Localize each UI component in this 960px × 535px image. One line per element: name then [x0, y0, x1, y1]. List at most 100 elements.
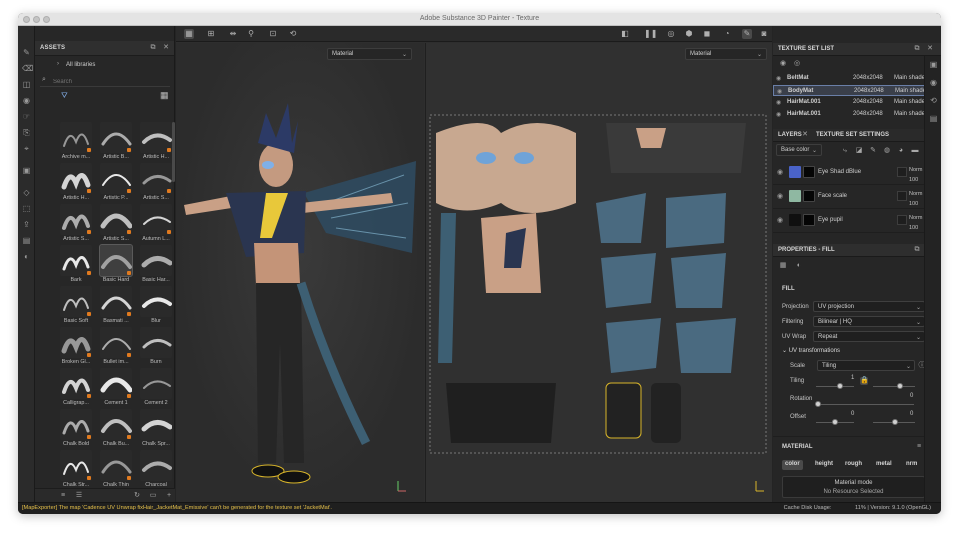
eraser-icon[interactable]: ⌫	[22, 64, 33, 73]
viewport-3d[interactable]: Material ⌄	[176, 43, 424, 502]
brush-item[interactable]: Basic Soft	[57, 286, 95, 326]
texture-set-row[interactable]: ◉ BeltMat 2048x2048 Main shader	[773, 73, 933, 84]
add-icon[interactable]: +	[165, 492, 173, 500]
detach-icon[interactable]: ⧉	[913, 246, 921, 254]
brush-item[interactable]: Artistic S...	[57, 204, 95, 244]
layer-row[interactable]: ◉ Face scale Norm 100	[773, 185, 933, 209]
search-bar[interactable]: ⌕	[40, 76, 170, 87]
display-icon[interactable]: ◐	[22, 252, 31, 261]
uvwrap-select[interactable]: Repeat ⌄	[813, 331, 925, 342]
tiling-slider-knob-2[interactable]	[897, 383, 903, 389]
tiling-slider-track[interactable]	[816, 386, 854, 387]
lock-icon[interactable]: 🔒	[860, 377, 869, 385]
layer-row[interactable]: ◉ Eye Shad dBlue Norm 100	[773, 161, 933, 185]
layer-checkbox[interactable]	[897, 215, 907, 225]
screenshot-icon[interactable]: ◙	[759, 29, 769, 39]
brush-item[interactable]: Basic Hard	[97, 244, 135, 285]
eye-icon[interactable]: ◉	[779, 60, 787, 68]
paint-brush-icon[interactable]: ✎	[22, 48, 31, 57]
brush-item[interactable]: Broken Gl...	[57, 327, 95, 367]
brush-item[interactable]: Autumn L...	[137, 204, 175, 244]
frame-icon[interactable]: ⊡	[268, 29, 278, 39]
texture-set-row[interactable]: ◉ HairMat.001 2048x2048 Main shader	[773, 109, 933, 120]
projection-icon[interactable]: ◫	[22, 80, 31, 89]
clone-icon[interactable]: ⎘	[22, 128, 31, 137]
brush-item[interactable]: Archive m...	[57, 122, 95, 162]
texture-set-row[interactable]: ◉ HairMat.001 2048x2048 Main shader	[773, 97, 933, 108]
brush-item[interactable]: Basmati ...	[97, 286, 135, 326]
eye-icon[interactable]: ◉	[776, 75, 781, 82]
brush-item[interactable]: Chalk Bu...	[97, 409, 135, 449]
channel-toggle[interactable]: color	[782, 460, 803, 470]
paint-mode-icon[interactable]: ✎	[742, 29, 752, 39]
render-icon[interactable]: ◧	[620, 29, 630, 39]
channel-dropdown[interactable]: Base color ⌄	[776, 144, 822, 156]
add-mask-icon[interactable]: ◪	[855, 147, 863, 155]
polygon-fill-icon[interactable]: ◇	[22, 188, 31, 197]
detach-icon[interactable]: ⧉	[149, 44, 157, 52]
list-icon[interactable]: ☰	[75, 492, 83, 500]
picker-icon[interactable]: ⌖	[22, 144, 31, 153]
layer-blend[interactable]: Norm 100	[909, 213, 922, 233]
bake-icon[interactable]: ▣	[22, 166, 31, 175]
close-icon[interactable]: ✕	[162, 44, 170, 52]
layer-blend[interactable]: Norm 100	[909, 165, 922, 185]
eye-icon[interactable]: ◉	[777, 216, 783, 224]
brush-item[interactable]: Bullet im...	[97, 327, 135, 367]
brush-item[interactable]: Artistic P...	[97, 163, 135, 203]
export-icon[interactable]: ⇪	[22, 220, 31, 229]
add-paint-layer-icon[interactable]: ✎	[869, 147, 877, 155]
folder-icon[interactable]: ▭	[149, 492, 157, 500]
rotation-slider-track[interactable]	[816, 404, 914, 405]
brush-item[interactable]: Cement 2	[137, 368, 175, 408]
viewport[interactable]: ▦ ⊞ ⇹ ⚲ ⊡ ⟲ ◧ ❚❚ ◎ ⬢ ◼ ◔ ✎ ◙ Material ⌄	[176, 26, 772, 502]
channel-toggle[interactable]: metal	[873, 460, 895, 470]
brush-item[interactable]: Basic Har...	[137, 245, 175, 285]
pause-icon[interactable]: ❚❚	[644, 29, 657, 39]
history-icon[interactable]: ⟲	[929, 96, 938, 105]
detach-icon[interactable]: ⧉	[913, 45, 921, 53]
shader-settings-icon[interactable]: ◉	[929, 78, 938, 87]
camera-icon[interactable]: ◼	[702, 29, 712, 39]
brush-item[interactable]: Charcoal	[137, 450, 175, 490]
history-icon[interactable]: ⟲	[288, 29, 298, 39]
sort-icon[interactable]: ≡	[59, 492, 67, 500]
add-fill-layer-icon[interactable]: ◍	[883, 147, 891, 155]
layout-grid-icon[interactable]: ⊞	[206, 29, 216, 39]
eye-icon[interactable]: ◉	[776, 111, 781, 118]
geometry-fill-icon[interactable]: ◉	[22, 96, 31, 105]
add-effect-icon[interactable]: ⤷	[841, 147, 849, 155]
brush-item[interactable]: Artistic B...	[97, 122, 135, 162]
viewport-2d[interactable]: Material ⌄	[425, 43, 772, 502]
brush-item[interactable]: Artistic S...	[97, 204, 135, 244]
tiling-slider-knob[interactable]	[837, 383, 843, 389]
brush-item[interactable]: Chalk Str...	[57, 450, 95, 490]
brush-item[interactable]: Bark	[57, 245, 95, 285]
brush-item[interactable]: Chalk Spr...	[137, 409, 175, 449]
assets-scrollbar[interactable]	[172, 122, 175, 182]
add-folder-icon[interactable]: ▬	[911, 147, 919, 155]
tiling-slider-track-2[interactable]	[873, 386, 915, 387]
object-icon[interactable]: ⬢	[684, 29, 694, 39]
offset-y-slider-knob[interactable]	[892, 419, 898, 425]
grid-view-icon[interactable]: ▦	[160, 90, 169, 101]
library-selector[interactable]: › All libraries	[35, 60, 175, 72]
material-menu-icon[interactable]: ≡	[915, 443, 923, 451]
layer-checkbox[interactable]	[897, 167, 907, 177]
brush-item[interactable]: Chalk Bold	[57, 409, 95, 449]
offset-x-slider-knob[interactable]	[832, 419, 838, 425]
eye-icon[interactable]: ◉	[777, 88, 782, 95]
layout-single-icon[interactable]: ▦	[184, 29, 194, 39]
tab-layers[interactable]: LAYERS	[778, 132, 802, 138]
filter-icon[interactable]: ⛛	[61, 91, 68, 101]
status-warning[interactable]: [MapExporter] The map 'Cadence UV Unwrap…	[22, 505, 332, 511]
brush-item[interactable]: Cement 1	[97, 368, 135, 408]
environment-icon[interactable]: ◔	[722, 29, 732, 39]
eye-icon[interactable]: ◉	[777, 192, 783, 200]
add-smart-material-icon[interactable]: ◕	[897, 147, 905, 155]
layer-blend[interactable]: Norm 100	[909, 189, 922, 209]
brush-item[interactable]: Artistic S...	[137, 163, 175, 203]
log-icon[interactable]: ▤	[929, 114, 938, 123]
scale-select[interactable]: Tiling ⌄	[817, 360, 915, 371]
texture-set-row[interactable]: ◉ BodyMat 2048x2048 Main shader	[773, 85, 933, 96]
